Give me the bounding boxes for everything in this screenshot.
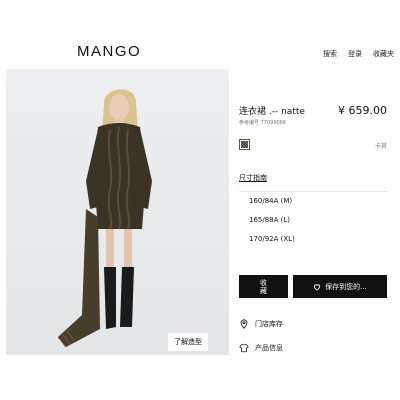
save-to-favorites-button[interactable]: 保存到您的... <box>293 275 387 298</box>
swatch-pattern <box>241 141 248 148</box>
collect-label-2: 藏 <box>260 286 267 295</box>
model-illustration <box>57 89 152 348</box>
save-label: 保存到您的... <box>325 282 367 291</box>
size-option[interactable]: 160/84A (M) <box>239 192 387 211</box>
color-swatch[interactable] <box>239 139 250 150</box>
heart-icon <box>313 283 321 291</box>
store-stock-link[interactable]: 门店库存 <box>239 319 283 329</box>
product-reference: 参考编号 77099066 <box>239 120 287 126</box>
top-nav: 搜索 登录 收藏夹 <box>323 49 394 59</box>
right-leg <box>124 229 132 269</box>
product-photo[interactable]: 了解造型 <box>6 69 229 355</box>
size-list: 160/84A (M) 165/88A (L) 170/92A (XL) <box>239 191 387 249</box>
location-pin-icon <box>239 319 249 329</box>
color-name: 卡其 <box>374 143 387 150</box>
view-look-button[interactable]: 了解造型 <box>168 333 208 351</box>
nav-search[interactable]: 搜索 <box>323 49 337 59</box>
add-to-bag-button[interactable]: 收 藏 <box>239 275 288 298</box>
nav-login[interactable]: 登录 <box>348 49 362 59</box>
store-stock-label: 门店库存 <box>255 320 283 328</box>
product-price: ¥ 659.00 <box>338 104 387 117</box>
scarf <box>58 209 100 347</box>
product-info-label: 产品信息 <box>255 344 283 352</box>
brand-logo[interactable]: MANGO <box>77 43 141 60</box>
product-info-link[interactable]: 产品信息 <box>239 343 283 353</box>
left-leg <box>106 229 114 269</box>
size-option[interactable]: 170/92A (XL) <box>239 230 387 249</box>
left-boot <box>104 267 116 329</box>
product-title: 连衣裙 .-- natte <box>239 107 305 117</box>
top-bar: MANGO 搜索 登录 收藏夹 <box>0 0 400 66</box>
face <box>109 94 129 120</box>
size-option[interactable]: 165/88A (L) <box>239 211 387 230</box>
nav-favorites[interactable]: 收藏夹 <box>373 49 394 59</box>
collect-label-1: 收 <box>260 278 267 287</box>
tshirt-icon <box>239 343 249 353</box>
right-boot <box>120 267 134 327</box>
size-guide-link[interactable]: 尺寸指南 <box>239 173 267 183</box>
